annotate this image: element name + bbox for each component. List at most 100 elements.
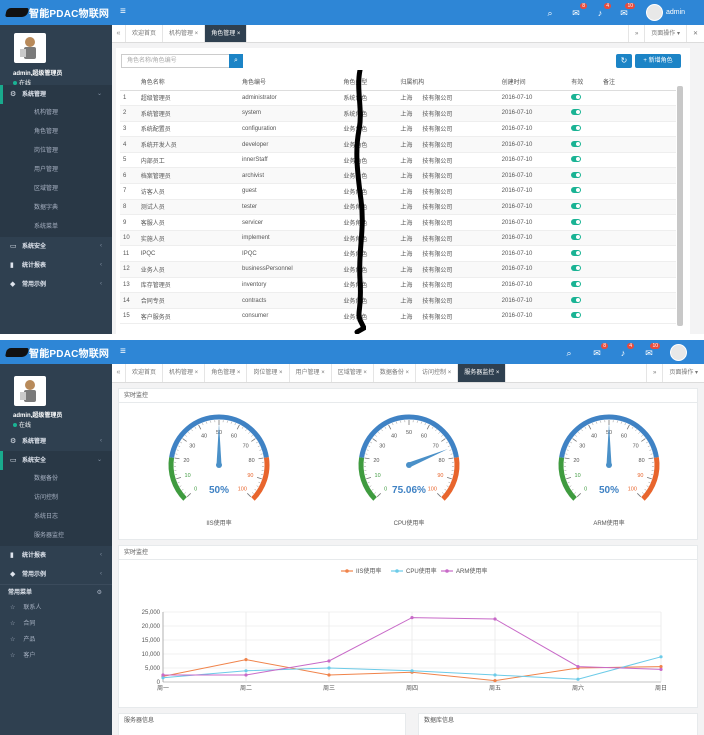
valid-toggle[interactable] — [571, 187, 582, 194]
search-button[interactable]: ⌕ — [229, 54, 243, 68]
valid-toggle[interactable] — [571, 265, 582, 272]
tab-7[interactable]: 访问控制 × — [416, 364, 459, 382]
data-point[interactable] — [161, 676, 165, 680]
table-row[interactable]: 10 实施人员 implement 业务角色 上海 技有限公司 2016-07-10 — [120, 230, 676, 247]
column-header[interactable]: 创建时间 — [498, 74, 569, 91]
data-point[interactable] — [576, 677, 580, 681]
table-row[interactable]: 2 系统管理员 system 系统角色 上海 技有限公司 2016-07-10 — [120, 105, 676, 122]
data-point[interactable] — [244, 658, 248, 662]
table-row[interactable]: 1 超级管理员 administrator 系统角色 上海 技有限公司 2016-07-10 — [120, 90, 676, 107]
table-row[interactable]: 6 档案管理员 archivist 业务角色 上海 技有限公司 2016-07-10 — [120, 167, 676, 185]
data-point[interactable] — [410, 616, 414, 620]
valid-toggle[interactable] — [571, 93, 582, 100]
tab-1[interactable]: 机构管理 × — [163, 25, 206, 42]
valid-toggle[interactable] — [571, 280, 582, 287]
submenu-item[interactable]: 访问控制 — [0, 489, 112, 508]
table-row[interactable]: 14 合同专员 contracts 业务角色 上海 技有限公司 2016-07-10 — [120, 292, 676, 309]
tab-1[interactable]: 机构管理 × — [163, 364, 206, 382]
table-row[interactable]: 13 库存管理员 inventory 业务角色 上海 技有限公司 2016-07-10 — [120, 277, 676, 294]
data-point[interactable] — [327, 666, 331, 670]
data-point[interactable] — [327, 659, 331, 663]
data-point[interactable] — [493, 673, 497, 677]
sidebar-item-2[interactable]: ▮ 统计报表 ‹ — [0, 546, 112, 565]
submenu-item[interactable]: 角色管理 — [0, 123, 112, 142]
settings-gear-icon[interactable]: ⚙ — [97, 585, 102, 601]
profile-avatar[interactable] — [14, 33, 46, 63]
table-row[interactable]: 3 系统配置员 configuration 业务角色 上海 技有限公司 2016-07-10 — [120, 121, 676, 138]
data-point[interactable] — [244, 673, 248, 677]
valid-toggle[interactable] — [571, 156, 582, 163]
page-ops-dropdown[interactable]: 页面操作 ▾ — [644, 25, 686, 42]
sidebar-item-3[interactable]: ◆ 常用示例 ‹ — [0, 275, 112, 294]
submenu-item[interactable]: 系统菜单 — [0, 218, 112, 237]
submenu-item[interactable]: 区域管理 — [0, 180, 112, 199]
bell-icon[interactable]: ♪ 4 — [617, 343, 634, 359]
data-point[interactable] — [493, 679, 497, 683]
tab-prev-icon[interactable]: « — [112, 364, 126, 382]
submenu-item[interactable]: 数据备份 — [0, 470, 112, 489]
common-menu-item[interactable]: ☆ 产品 — [0, 632, 112, 648]
valid-toggle[interactable] — [571, 312, 582, 319]
add-role-button[interactable]: + 新增角色 — [635, 54, 681, 68]
legend-item[interactable]: IIS使用率 — [341, 567, 381, 575]
message-icon[interactable]: ✉ 8 — [591, 343, 608, 359]
table-row[interactable]: 7 访客人员 guest 业务角色 上海 技有限公司 2016-07-10 — [120, 183, 676, 200]
table-row[interactable]: 4 系统开发人员 developer 业务角色 上海 技有限公司 2016-07-10 — [120, 136, 676, 153]
column-header[interactable]: 归属机构 — [397, 74, 499, 91]
valid-toggle[interactable] — [571, 109, 582, 116]
tab-2[interactable]: 角色管理 × — [205, 364, 248, 382]
valid-toggle[interactable] — [571, 218, 582, 225]
tab-3[interactable]: 岗位管理 × — [247, 364, 290, 382]
submenu-item[interactable]: 岗位管理 — [0, 142, 112, 161]
user-avatar[interactable] — [670, 344, 687, 361]
app-logo[interactable]: 智能PDAC物联网 — [5, 345, 109, 360]
valid-toggle[interactable] — [571, 171, 582, 178]
column-header[interactable]: 有效 — [568, 74, 600, 91]
submenu-item[interactable]: 数据字典 — [0, 199, 112, 218]
tab-2[interactable]: 角色管理 × — [205, 25, 248, 42]
search-icon[interactable]: ⌕ — [544, 7, 556, 19]
valid-toggle[interactable] — [571, 124, 582, 131]
common-menu-item[interactable]: ☆ 合同 — [0, 616, 112, 632]
table-scrollbar[interactable] — [677, 86, 683, 326]
role-search-input[interactable]: 角色名称/角色编号 — [121, 54, 229, 68]
data-point[interactable] — [659, 655, 663, 659]
submenu-item[interactable]: 服务器监控 — [0, 527, 112, 546]
data-point[interactable] — [576, 665, 580, 669]
legend-item[interactable]: CPU使用率 — [391, 567, 437, 575]
menu-toggle-icon[interactable]: ≡ — [120, 6, 126, 17]
menu-toggle-icon[interactable]: ≡ — [120, 346, 126, 357]
data-point[interactable] — [659, 665, 663, 669]
submenu-item[interactable]: 系统日志 — [0, 508, 112, 527]
refresh-button[interactable]: ↻ — [616, 54, 632, 68]
column-header[interactable]: 角色编号 — [239, 74, 341, 91]
valid-toggle[interactable] — [571, 140, 582, 147]
page-ops-dropdown[interactable]: 页面操作 ▾ — [662, 364, 704, 382]
sidebar-item-0[interactable]: ⚙ 系统管理 ‹ — [0, 432, 112, 451]
sidebar-item-1[interactable]: ▭ 系统安全 ‹ — [0, 237, 112, 256]
common-menu-item[interactable]: ☆ 客户 — [0, 648, 112, 664]
valid-toggle[interactable] — [571, 296, 582, 303]
common-menu-item[interactable]: ☆ 联系人 — [0, 600, 112, 616]
table-row[interactable]: 8 测试人员 tester 业务角色 上海 技有限公司 2016-07-10 — [120, 199, 676, 216]
tab-next-icon[interactable]: » — [645, 364, 662, 382]
tab-0[interactable]: 欢迎首页 — [126, 364, 164, 382]
sidebar-item-2[interactable]: ▮ 统计报表 ‹ — [0, 256, 112, 275]
column-header[interactable]: 角色类型 — [340, 74, 398, 91]
column-header[interactable] — [120, 74, 138, 91]
bell-icon[interactable]: ♪ 4 — [594, 3, 611, 19]
tab-5[interactable]: 区域管理 × — [332, 364, 374, 382]
data-point[interactable] — [493, 617, 497, 621]
valid-toggle[interactable] — [571, 234, 582, 241]
profile-name[interactable]: admin,超级管理员 — [13, 68, 62, 77]
search-icon[interactable]: ⌕ — [563, 347, 575, 359]
profile-name[interactable]: admin,超级管理员 — [13, 410, 62, 419]
sidebar-item-0[interactable]: ⚙ 系统管理 ⌄ — [0, 85, 112, 104]
profile-avatar[interactable] — [14, 376, 46, 406]
column-header[interactable]: 角色名称 — [137, 74, 240, 91]
valid-toggle[interactable] — [571, 202, 582, 209]
tab-4[interactable]: 用户管理 × — [290, 364, 332, 382]
table-row[interactable]: 12 业务人员 businessPersonnel 业务角色 上海 技有限公司 2016-0… — [120, 261, 676, 278]
close-all-icon[interactable]: ✕ — [685, 25, 704, 42]
tab-6[interactable]: 数据备份 × — [374, 364, 417, 382]
